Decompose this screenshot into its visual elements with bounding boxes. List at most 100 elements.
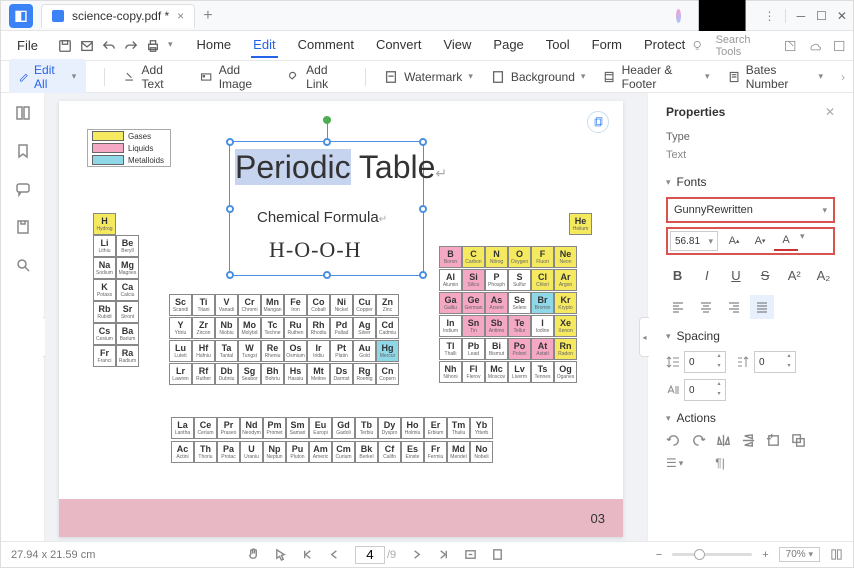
italic-button[interactable]: I	[695, 263, 718, 287]
document-title[interactable]: Periodic Table↵	[235, 149, 447, 186]
replace-icon[interactable]	[791, 433, 806, 448]
kebab-icon[interactable]: ⋮	[763, 9, 775, 23]
next-page-icon[interactable]	[410, 548, 423, 561]
search-icon[interactable]	[15, 257, 31, 273]
element-O[interactable]: OOxygen	[508, 246, 531, 268]
element-Hg[interactable]: HgMercur	[376, 340, 399, 362]
fit-width-icon[interactable]	[464, 548, 477, 561]
toolbar-more-icon[interactable]: ›	[841, 70, 845, 84]
search-tools[interactable]: Search Tools	[716, 34, 772, 58]
element-Po[interactable]: PoPoloni	[508, 338, 531, 360]
element-Th[interactable]: ThThoriu	[194, 441, 217, 463]
element-N[interactable]: NNitrog	[485, 246, 508, 268]
redo-icon[interactable]	[124, 39, 138, 53]
font-size-input[interactable]: 56.81▾	[670, 231, 718, 251]
element-Ca[interactable]: CaCalciu	[116, 279, 139, 301]
zoom-slider[interactable]	[672, 553, 752, 556]
hand-tool-icon[interactable]	[247, 548, 260, 561]
element-Mg[interactable]: MgMagnes	[116, 257, 139, 279]
element-P[interactable]: PPhosph	[485, 269, 508, 291]
thumbnails-icon[interactable]	[15, 105, 31, 121]
add-tab-button[interactable]: +	[203, 7, 212, 25]
element-Cd[interactable]: CdCadmiu	[376, 317, 399, 339]
indent-button[interactable]: ¶|	[715, 456, 725, 470]
element-Lv[interactable]: LvLiverm	[508, 361, 531, 383]
element-Db[interactable]: DbDubniu	[215, 363, 238, 385]
menu-tool[interactable]: Tool	[544, 33, 572, 58]
tool-add-image[interactable]: Add Image	[200, 63, 269, 91]
expand-right-handle[interactable]: ◂	[639, 317, 649, 357]
element-In[interactable]: InIndium	[439, 315, 462, 337]
element-Fr[interactable]: FrFranci	[93, 345, 116, 367]
element-I[interactable]: IIodine	[531, 315, 554, 337]
element-Sr[interactable]: SrStront	[116, 301, 139, 323]
element-Ge[interactable]: GeGerman	[462, 292, 485, 314]
element-Cm[interactable]: CmCurium	[332, 441, 355, 463]
element-Pb[interactable]: PbLead	[462, 338, 485, 360]
tool-add-text[interactable]: Add Text	[123, 63, 182, 91]
align-justify-button[interactable]	[750, 295, 774, 319]
avatar-icon[interactable]	[676, 9, 681, 23]
element-Br[interactable]: BrBromin	[531, 292, 554, 314]
first-page-icon[interactable]	[301, 548, 314, 561]
element-Re[interactable]: ReRheniu	[261, 340, 284, 362]
increase-font-icon[interactable]: A▴	[722, 231, 746, 251]
element-Nh[interactable]: NhNihoni	[439, 361, 462, 383]
element-Se[interactable]: SeSeleni	[508, 292, 531, 314]
element-Be[interactable]: BeBeryll	[116, 235, 139, 257]
strikethrough-button[interactable]: S	[754, 263, 777, 287]
element-Ac[interactable]: AcActini	[171, 441, 194, 463]
element-Zn[interactable]: ZnZinc	[376, 294, 399, 316]
attachments-icon[interactable]	[15, 219, 31, 235]
element-Md[interactable]: MdMendel	[447, 441, 470, 463]
underline-button[interactable]: U	[724, 263, 747, 287]
element-Er[interactable]: ErErbium	[424, 417, 447, 439]
crop-icon[interactable]	[766, 433, 781, 448]
actions-section-header[interactable]: Actions	[666, 411, 835, 425]
menu-convert[interactable]: Convert	[374, 33, 424, 58]
element-Bh[interactable]: BhBohriu	[261, 363, 284, 385]
element-As[interactable]: AsArseni	[485, 292, 508, 314]
element-Sg[interactable]: SgSeabor	[238, 363, 261, 385]
prev-page-icon[interactable]	[328, 548, 341, 561]
flip-v-icon[interactable]	[741, 433, 756, 448]
line-spacing-input[interactable]: 0▴▾	[684, 351, 726, 373]
expand-icon[interactable]	[833, 39, 845, 53]
undo-icon[interactable]	[102, 39, 116, 53]
element-S[interactable]: SSulfur	[508, 269, 531, 291]
element-Tc[interactable]: TcTechne	[261, 317, 284, 339]
menu-comment[interactable]: Comment	[296, 33, 356, 58]
menu-view[interactable]: View	[441, 33, 473, 58]
bookmarks-icon[interactable]	[15, 143, 31, 159]
element-No[interactable]: NoNobeli	[470, 441, 493, 463]
element-Dy[interactable]: DyDyspro	[378, 417, 401, 439]
rotate-left-icon[interactable]	[666, 433, 681, 448]
element-At[interactable]: AtAstati	[531, 338, 554, 360]
element-Ni[interactable]: NiNickel	[330, 294, 353, 316]
element-Al[interactable]: AlAlumin	[439, 269, 462, 291]
edit-all-button[interactable]: Edit All▾	[9, 59, 86, 95]
spacing-section-header[interactable]: Spacing	[666, 329, 835, 343]
element-Eu[interactable]: EuEuropi	[309, 417, 332, 439]
fit-page-icon[interactable]	[491, 548, 504, 561]
font-family-select[interactable]: GunnyRewritten▾	[666, 197, 835, 223]
element-Na[interactable]: NaSodium	[93, 257, 116, 279]
element-B[interactable]: BBoron	[439, 246, 462, 268]
element-Co[interactable]: CoCobalt	[307, 294, 330, 316]
element-Am[interactable]: AmAmeric	[309, 441, 332, 463]
element-Li[interactable]: LiLithiu	[93, 235, 116, 257]
element-Ts[interactable]: TsTennes	[531, 361, 554, 383]
decrease-font-icon[interactable]: A▾	[748, 231, 772, 251]
save-icon[interactable]	[58, 39, 72, 53]
element-Bk[interactable]: BkBerkel	[355, 441, 378, 463]
element-Ds[interactable]: DsDarmst	[330, 363, 353, 385]
font-color-icon[interactable]: A	[774, 231, 798, 251]
element-Cf[interactable]: CfCalifo	[378, 441, 401, 463]
element-Rg[interactable]: RgRoentg	[353, 363, 376, 385]
menu-home[interactable]: Home	[194, 33, 233, 58]
maximize-button[interactable]: ☐	[816, 2, 827, 30]
element-Ba[interactable]: BaBarium	[116, 323, 139, 345]
element-Cr[interactable]: CrChromi	[238, 294, 261, 316]
element-Zr[interactable]: ZrZircon	[192, 317, 215, 339]
align-center-button[interactable]	[694, 295, 718, 319]
